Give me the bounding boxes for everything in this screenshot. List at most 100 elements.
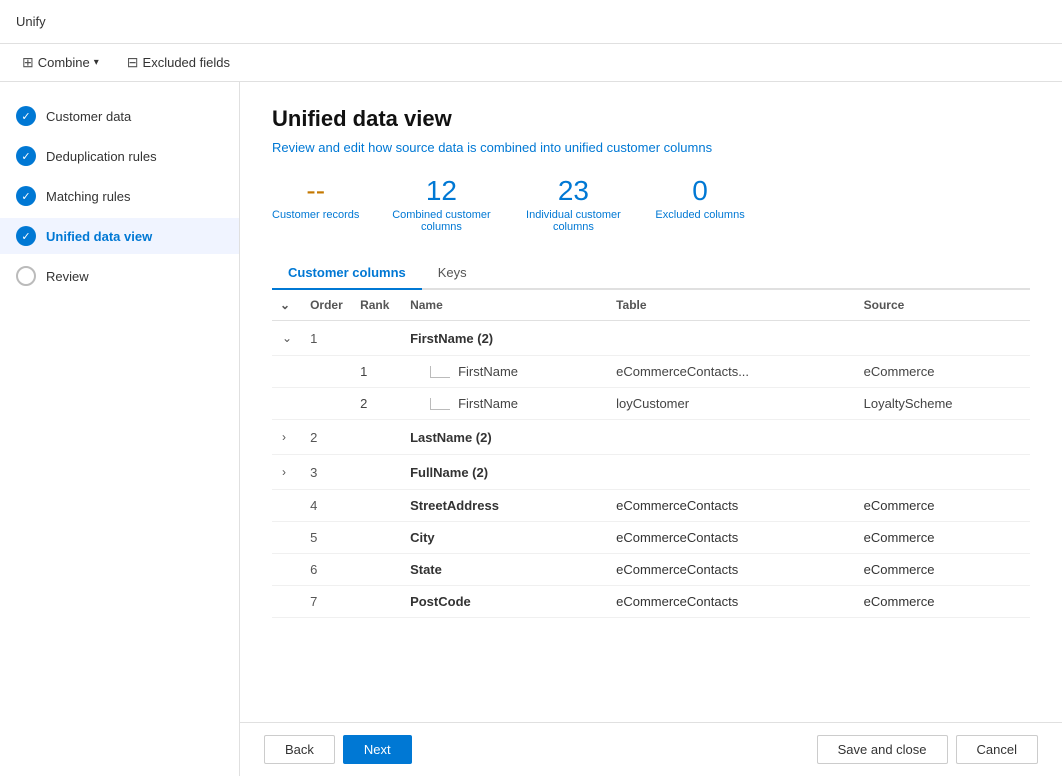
cell-order: 2 — [302, 420, 352, 455]
cell-source: eCommerce — [856, 356, 1030, 388]
sidebar-circle-deduplication-rules: ✓ — [16, 146, 36, 166]
table-row: 4 StreetAddress eCommerceContacts eComme… — [272, 490, 1030, 522]
cell-rank: 2 — [352, 388, 402, 420]
expand-firstname-button[interactable]: ⌄ — [280, 329, 294, 347]
cell-rank — [352, 554, 402, 586]
expand-all-icon: ⌄ — [280, 298, 290, 312]
cell-rank — [352, 455, 402, 490]
cell-source: eCommerce — [856, 490, 1030, 522]
col-header-order: Order — [302, 290, 352, 321]
cell-table — [608, 321, 856, 356]
table-row: 7 PostCode eCommerceContacts eCommerce — [272, 586, 1030, 618]
cell-name: FirstName (2) — [402, 321, 608, 356]
sidebar-item-deduplication-rules[interactable]: ✓ Deduplication rules — [0, 138, 239, 174]
stat-label-excluded-columns: Excluded columns — [655, 209, 744, 221]
cell-source — [856, 321, 1030, 356]
toolbar: ⊞ Combine ▾ ⊟ Excluded fields — [0, 44, 1062, 82]
sidebar-item-review[interactable]: Review — [0, 258, 239, 294]
sidebar-circle-unified-data-view: ✓ — [16, 226, 36, 246]
stat-value-individual-columns: 23 — [558, 175, 589, 207]
cell-name: LastName (2) — [402, 420, 608, 455]
top-bar: Unify — [0, 0, 1062, 44]
expand-lastname-button[interactable]: › — [280, 428, 288, 446]
cell-name: FullName (2) — [402, 455, 608, 490]
table-row: 2 FirstName loyCustomer LoyaltyScheme — [272, 388, 1030, 420]
sidebar-circle-customer-data: ✓ — [16, 106, 36, 126]
cell-table — [608, 455, 856, 490]
cell-name: FirstName — [402, 356, 608, 388]
table-container: ⌄ Order Rank Name Table Source — [272, 290, 1030, 618]
content-area: Unified data view Review and edit how so… — [240, 82, 1062, 776]
cell-table: eCommerceContacts — [608, 554, 856, 586]
cell-source: LoyaltyScheme — [856, 388, 1030, 420]
table-row: 6 State eCommerceContacts eCommerce — [272, 554, 1030, 586]
table-row: ⌄ 1 FirstName (2) — [272, 321, 1030, 356]
stat-customer-records: -- Customer records — [272, 175, 359, 233]
page-title: Unified data view — [272, 106, 1030, 132]
cell-name: City — [402, 522, 608, 554]
page-subtitle: Review and edit how source data is combi… — [272, 140, 1030, 155]
cell-source: eCommerce — [856, 586, 1030, 618]
cell-name: FirstName — [402, 388, 608, 420]
stat-label-combined-columns: Combined customer columns — [391, 209, 491, 233]
cell-table: eCommerceContacts — [608, 522, 856, 554]
col-header-table: Table — [608, 290, 856, 321]
cell-name: StreetAddress — [402, 490, 608, 522]
sidebar: ✓ Customer data ✓ Deduplication rules ✓ … — [0, 82, 240, 776]
tabs-bar: Customer columns Keys — [272, 257, 1030, 290]
cell-name: PostCode — [402, 586, 608, 618]
excluded-fields-icon: ⊟ — [127, 54, 139, 71]
table-row: 5 City eCommerceContacts eCommerce — [272, 522, 1030, 554]
cell-rank — [352, 490, 402, 522]
cell-source — [856, 455, 1030, 490]
sidebar-label-matching-rules: Matching rules — [46, 189, 131, 204]
combine-icon: ⊞ — [22, 54, 34, 71]
cell-order: 6 — [302, 554, 352, 586]
tab-customer-columns[interactable]: Customer columns — [272, 257, 422, 290]
cell-source — [856, 420, 1030, 455]
sidebar-item-matching-rules[interactable]: ✓ Matching rules — [0, 178, 239, 214]
sidebar-label-review: Review — [46, 269, 89, 284]
col-header-name: Name — [402, 290, 608, 321]
stat-value-excluded-columns: 0 — [692, 175, 708, 207]
table-row: › 3 FullName (2) — [272, 455, 1030, 490]
cell-rank — [352, 420, 402, 455]
stats-row: -- Customer records 12 Combined customer… — [272, 175, 1030, 233]
cell-rank — [352, 522, 402, 554]
col-header-source: Source — [856, 290, 1030, 321]
sidebar-item-unified-data-view[interactable]: ✓ Unified data view — [0, 218, 239, 254]
stat-excluded-columns: 0 Excluded columns — [655, 175, 744, 233]
sidebar-label-unified-data-view: Unified data view — [46, 229, 152, 244]
sidebar-item-customer-data[interactable]: ✓ Customer data — [0, 98, 239, 134]
cell-order: 1 — [302, 321, 352, 356]
columns-table: ⌄ Order Rank Name Table Source — [272, 290, 1030, 618]
combine-button[interactable]: ⊞ Combine ▾ — [16, 50, 105, 75]
next-button[interactable]: Next — [343, 735, 412, 764]
back-button[interactable]: Back — [264, 735, 335, 764]
excluded-fields-button[interactable]: ⊟ Excluded fields — [121, 50, 236, 75]
cell-rank: 1 — [352, 356, 402, 388]
save-close-button[interactable]: Save and close — [817, 735, 948, 764]
table-row: 1 FirstName eCommerceContacts... eCommer… — [272, 356, 1030, 388]
cell-source: eCommerce — [856, 554, 1030, 586]
col-header-rank: Rank — [352, 290, 402, 321]
expand-fullname-button[interactable]: › — [280, 463, 288, 481]
sidebar-circle-matching-rules: ✓ — [16, 186, 36, 206]
cell-table: loyCustomer — [608, 388, 856, 420]
page-body: Unified data view Review and edit how so… — [240, 82, 1062, 722]
footer-bar: Back Next Save and close Cancel — [240, 722, 1062, 776]
cancel-button[interactable]: Cancel — [956, 735, 1038, 764]
cell-order: 7 — [302, 586, 352, 618]
cell-order: 5 — [302, 522, 352, 554]
cell-name: State — [402, 554, 608, 586]
combine-chevron-icon: ▾ — [94, 57, 99, 68]
sidebar-circle-review — [16, 266, 36, 286]
cell-source: eCommerce — [856, 522, 1030, 554]
cell-table: eCommerceContacts... — [608, 356, 856, 388]
cell-table: eCommerceContacts — [608, 586, 856, 618]
col-header-expand: ⌄ — [272, 290, 302, 321]
tab-keys[interactable]: Keys — [422, 257, 483, 290]
sidebar-label-customer-data: Customer data — [46, 109, 131, 124]
cell-rank — [352, 586, 402, 618]
cell-table: eCommerceContacts — [608, 490, 856, 522]
